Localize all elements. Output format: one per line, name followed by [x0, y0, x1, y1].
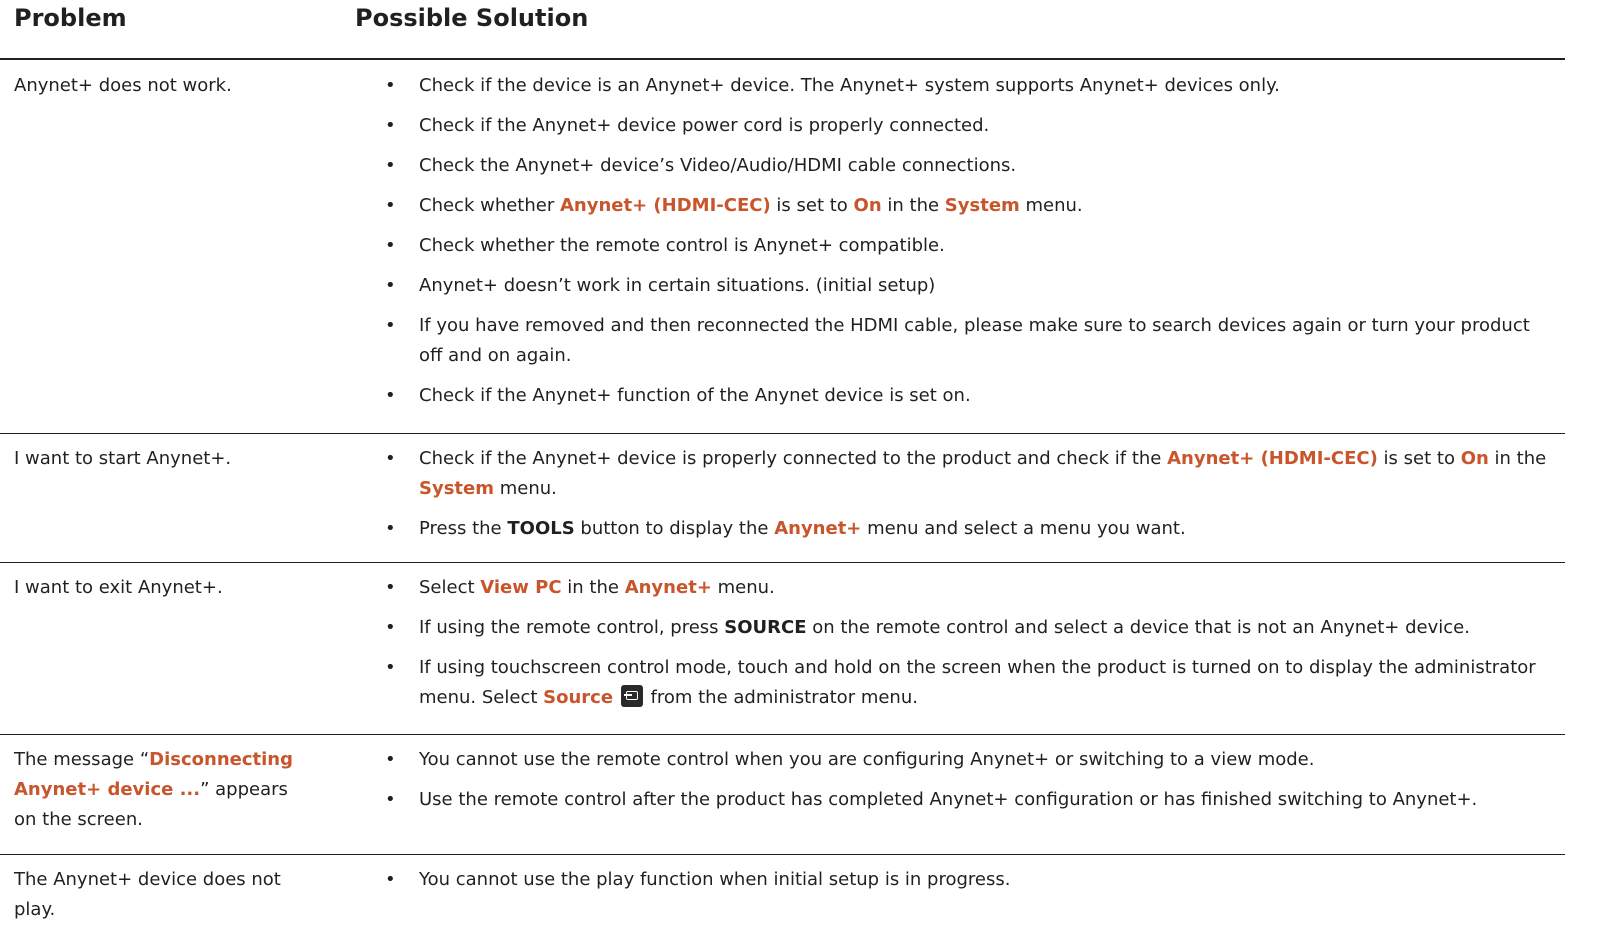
solution-item: Check whether the remote control is Anyn…	[385, 231, 1555, 261]
menu-term-anynet: Anynet+	[774, 518, 862, 539]
menu-term-anynet-hdmi-cec: Anynet+ (HDMI-CEC)	[559, 195, 771, 216]
table-header: Problem Possible Solution	[0, 0, 1565, 60]
menu-term-on: On	[853, 195, 882, 216]
solution-item: Check if the Anynet+ function of the Any…	[385, 381, 1555, 411]
solution-item: You cannot use the remote control when y…	[385, 745, 1555, 775]
menu-term-anynet-hdmi-cec: Anynet+ (HDMI-CEC)	[1167, 448, 1378, 469]
table-row: The message “Disconnecting Anynet+ devic…	[0, 734, 1565, 855]
solution-item: Check if the Anynet+ device is properly …	[385, 444, 1555, 504]
menu-term-system: System	[419, 478, 494, 499]
solution-item: If using the remote control, press SOURC…	[385, 613, 1555, 643]
solution-item: You cannot use the play function when in…	[385, 865, 1555, 895]
solution-list: You cannot use the remote control when y…	[385, 745, 1555, 825]
source-input-icon	[620, 685, 643, 707]
solution-item: If you have removed and then reconnected…	[385, 311, 1555, 371]
solution-list: Check if the Anynet+ device is properly …	[385, 444, 1555, 554]
solution-item: Check if the device is an Anynet+ device…	[385, 71, 1555, 101]
header-possible-solution: Possible Solution	[355, 4, 589, 32]
table-row: The Anynet+ device does not play. You ca…	[0, 854, 1565, 920]
menu-term-on: On	[1460, 448, 1489, 469]
solution-item: Anynet+ doesn’t work in certain situatio…	[385, 271, 1555, 301]
solution-item: Press the TOOLS button to display the An…	[385, 514, 1555, 544]
problem-cell: I want to exit Anynet+.	[14, 577, 223, 598]
solution-item: Check whether Anynet+ (HDMI-CEC) is set …	[385, 191, 1555, 221]
menu-term-anynet: Anynet+	[624, 577, 712, 598]
solution-item: If using touchscreen control mode, touch…	[385, 653, 1555, 713]
solution-item: Select View PC in the Anynet+ menu.	[385, 573, 1555, 603]
header-problem: Problem	[14, 4, 127, 32]
solution-item: Check the Anynet+ device’s Video/Audio/H…	[385, 151, 1555, 181]
problem-cell: Anynet+ does not work.	[14, 75, 232, 96]
table-row: I want to exit Anynet+. Select View PC i…	[0, 562, 1565, 735]
solution-item: Use the remote control after the product…	[385, 785, 1555, 815]
table-row: Anynet+ does not work. Check if the devi…	[0, 60, 1565, 434]
problem-cell: The Anynet+ device does not play.	[14, 869, 281, 920]
menu-term-view-pc: View PC	[480, 577, 562, 598]
troubleshooting-page: Problem Possible Solution Anynet+ does n…	[0, 0, 1622, 942]
solution-list: You cannot use the play function when in…	[385, 865, 1555, 905]
table-row: I want to start Anynet+. Check if the An…	[0, 433, 1565, 563]
problem-cell: I want to start Anynet+.	[14, 448, 232, 469]
button-term-tools: TOOLS	[507, 518, 575, 539]
solution-item: Check if the Anynet+ device power cord i…	[385, 111, 1555, 141]
solution-list: Select View PC in the Anynet+ menu. If u…	[385, 573, 1555, 723]
menu-term-source: Source	[543, 687, 614, 708]
button-term-source: SOURCE	[724, 617, 807, 638]
problem-cell: The message “Disconnecting Anynet+ devic…	[14, 749, 293, 830]
menu-term-system: System	[944, 195, 1020, 216]
solution-list: Check if the device is an Anynet+ device…	[385, 71, 1555, 421]
